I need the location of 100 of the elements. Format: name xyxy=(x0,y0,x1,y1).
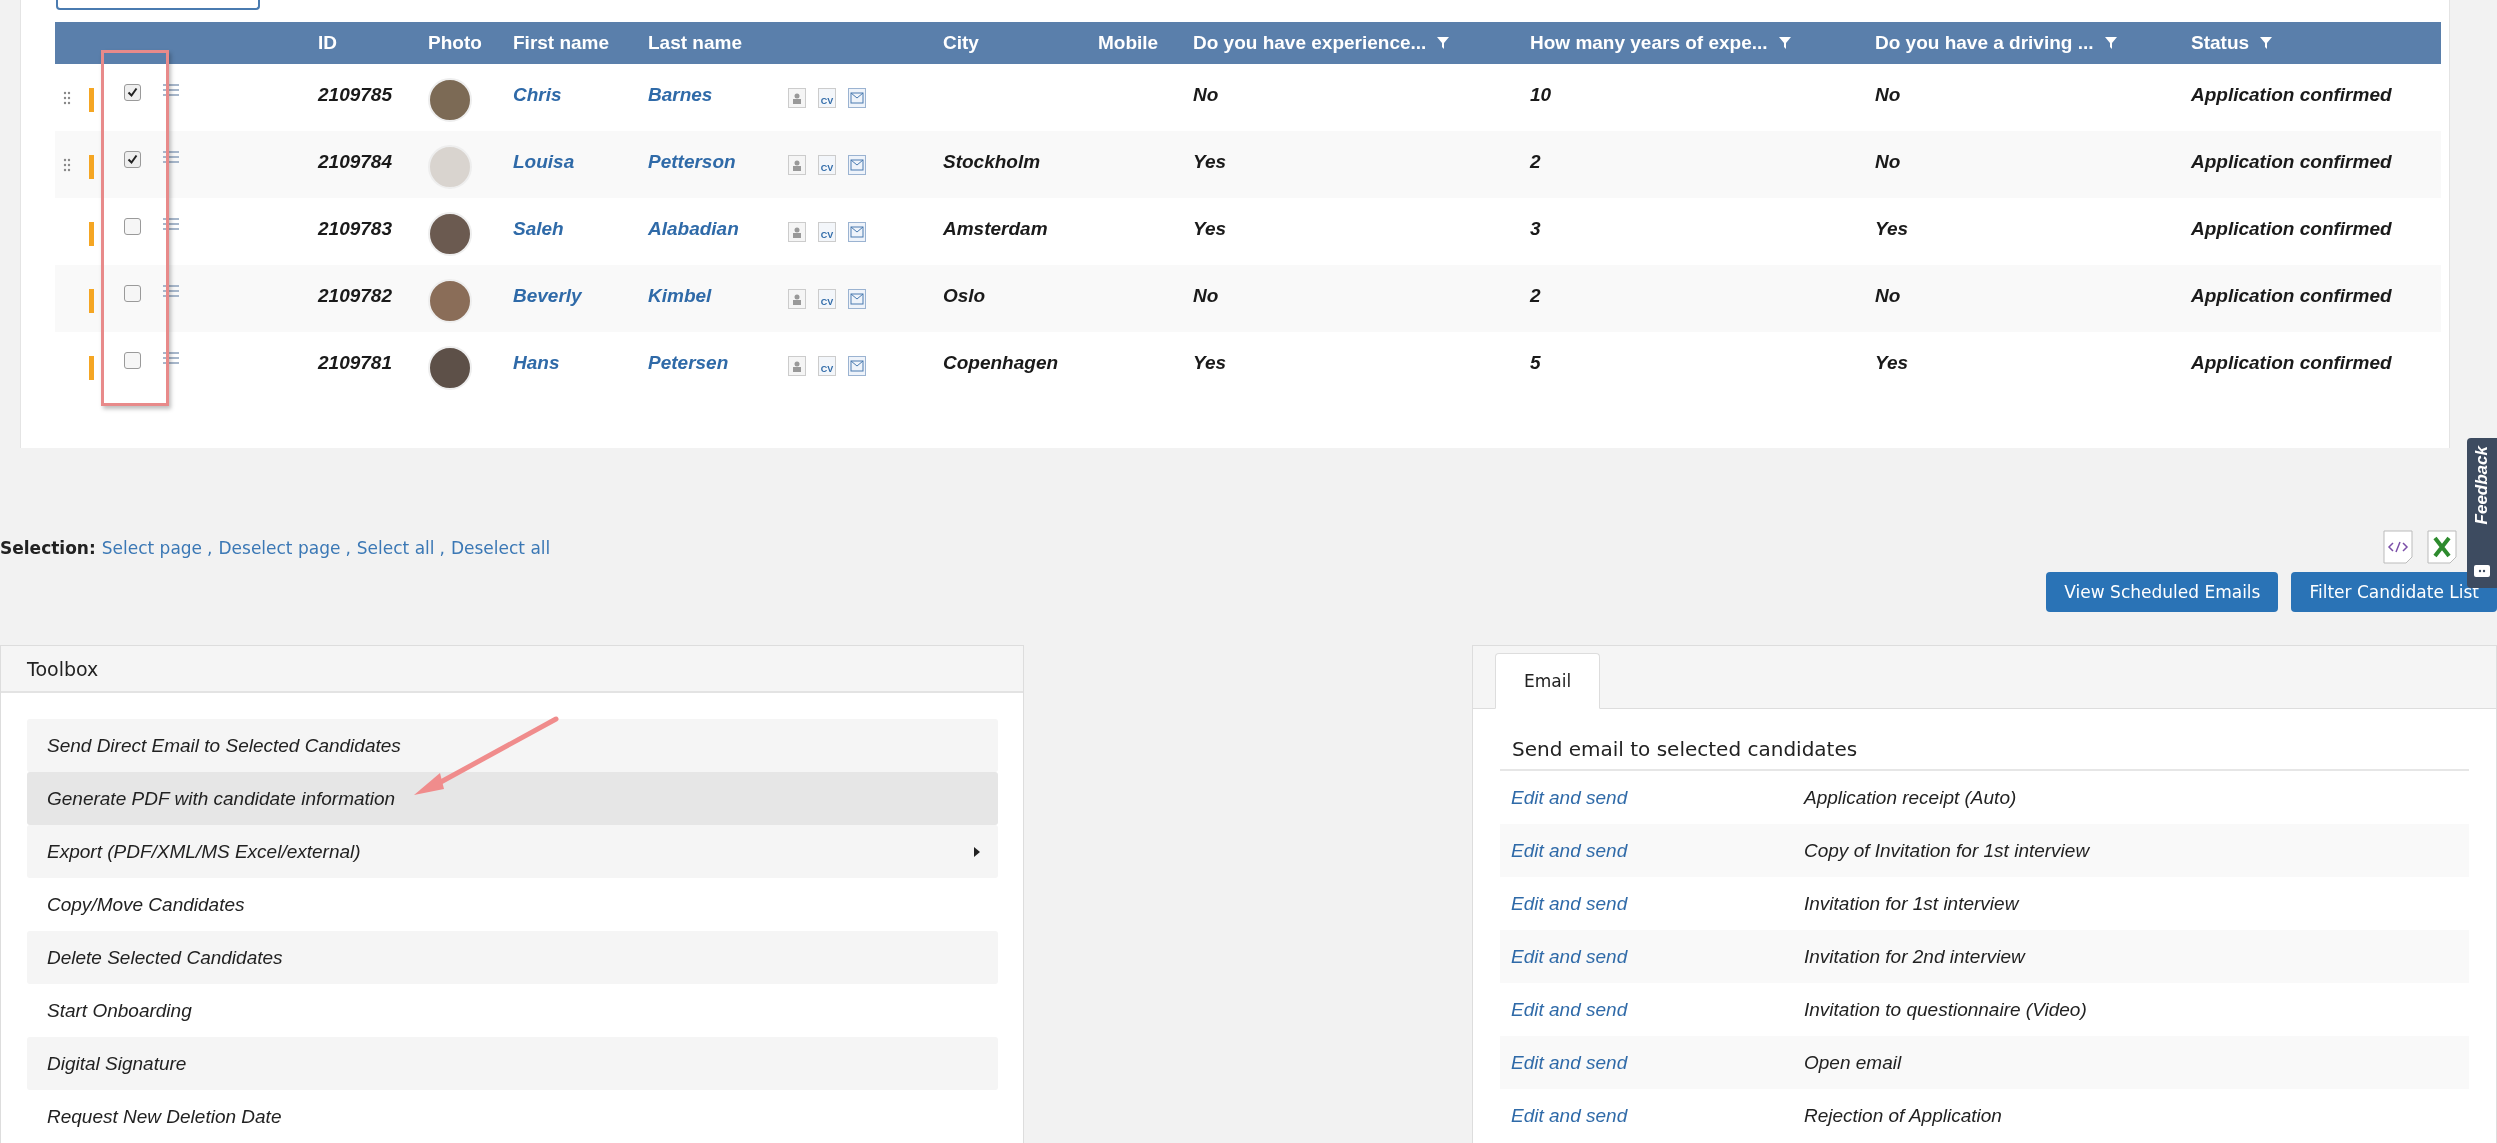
toolbox-item[interactable]: Generate PDF with candidate information xyxy=(27,772,998,825)
person-document-icon[interactable] xyxy=(788,155,806,175)
first-name-link[interactable]: Saleh xyxy=(505,218,640,240)
document-icon[interactable] xyxy=(848,155,866,175)
experience-cell-text: Yes xyxy=(1192,218,1228,240)
edit-and-send-link[interactable]: Edit and send xyxy=(1511,1104,1628,1127)
top-button[interactable] xyxy=(56,0,260,10)
column-header[interactable]: Do you have experience... xyxy=(1185,32,1522,54)
person-document-icon[interactable] xyxy=(788,289,806,309)
drag-handle-icon[interactable] xyxy=(63,91,71,107)
selection-link[interactable]: Deselect page xyxy=(218,538,341,558)
email-template-name: Rejection of Application xyxy=(1804,1104,2002,1127)
column-header[interactable]: Do you have a driving ... xyxy=(1867,32,2183,54)
status-cell-text: Application confirmed xyxy=(2190,352,2393,374)
row-checkbox[interactable] xyxy=(124,218,141,235)
avatar-placeholder xyxy=(428,145,472,189)
document-icon[interactable] xyxy=(848,289,866,309)
email-tab[interactable]: Email xyxy=(1495,653,1601,709)
status-cell-text: Application confirmed xyxy=(2190,285,2393,307)
action-button[interactable]: Filter Candidate List xyxy=(2291,572,2497,612)
years-cell-text: 3 xyxy=(1529,218,1542,240)
column-header[interactable]: How many years of expe... xyxy=(1522,32,1867,54)
cv-icon[interactable]: CV xyxy=(818,222,836,242)
status-bar-marker xyxy=(89,155,94,179)
email-template-name: Application receipt (Auto) xyxy=(1804,786,2017,809)
column-header[interactable]: Mobile xyxy=(1090,32,1185,54)
city-cell-text: Copenhagen xyxy=(942,352,1060,374)
avatar-placeholder xyxy=(428,279,472,323)
cv-icon[interactable]: CV xyxy=(818,356,836,376)
column-header[interactable]: Status xyxy=(2183,32,2441,54)
edit-and-send-link[interactable]: Edit and send xyxy=(1511,945,1628,968)
id-cell-text: 2109785 xyxy=(316,84,394,106)
experience-cell-text: No xyxy=(1192,285,1220,307)
row-checkbox[interactable] xyxy=(124,151,141,168)
row-checkbox[interactable] xyxy=(124,285,141,302)
row-checkbox[interactable] xyxy=(124,84,141,101)
toolbox-item[interactable]: Send Direct Email to Selected Candidates xyxy=(27,719,998,772)
menu-icon[interactable] xyxy=(163,285,179,297)
driving-license-cell-text: No xyxy=(1874,151,1902,173)
column-header[interactable]: ID xyxy=(310,32,420,54)
id-cell-text: 2109782 xyxy=(316,285,393,307)
column-header[interactable]: Last name xyxy=(640,32,780,54)
selection-label: Selection: xyxy=(0,538,96,558)
selection-link[interactable]: Select all xyxy=(356,538,435,558)
city-cell-text: Oslo xyxy=(942,285,987,307)
filter-icon[interactable] xyxy=(2259,36,2274,50)
driving-license-cell-text: No xyxy=(1874,84,1902,106)
first-name-link[interactable]: Beverly xyxy=(505,285,640,307)
filter-icon[interactable] xyxy=(1436,36,1451,50)
last-name-link[interactable]: Alabadian xyxy=(640,218,780,240)
edit-and-send-link[interactable]: Edit and send xyxy=(1511,1051,1628,1074)
filter-icon[interactable] xyxy=(2103,36,2118,50)
person-document-icon[interactable] xyxy=(788,88,806,108)
checkmark-icon xyxy=(127,87,138,98)
city-cell-text: Amsterdam xyxy=(942,218,1049,240)
document-icon[interactable] xyxy=(848,356,866,376)
toolbox-item[interactable]: Delete Selected Candidates xyxy=(27,931,998,984)
city-cell-text: Stockholm xyxy=(942,151,1042,173)
person-document-icon[interactable] xyxy=(788,356,806,376)
column-header[interactable]: City xyxy=(935,32,1090,54)
last-name-link[interactable]: Kimbel xyxy=(640,285,780,307)
filter-icon[interactable] xyxy=(1777,36,1792,50)
column-header[interactable]: First name xyxy=(505,32,640,54)
row-checkbox[interactable] xyxy=(124,352,141,369)
email-template-name: Copy of Invitation for 1st interview xyxy=(1804,839,2090,862)
cv-icon[interactable]: CV xyxy=(818,88,836,108)
edit-and-send-link[interactable]: Edit and send xyxy=(1511,839,1628,862)
drag-handle-icon[interactable] xyxy=(63,158,71,174)
person-document-icon[interactable] xyxy=(788,222,806,242)
document-icon[interactable] xyxy=(848,88,866,108)
column-header[interactable]: Photo xyxy=(420,32,505,54)
toolbox-item[interactable]: Digital Signature xyxy=(27,1037,998,1090)
experience-cell-text: Yes xyxy=(1192,151,1228,173)
edit-and-send-link[interactable]: Edit and send xyxy=(1511,998,1628,1021)
menu-icon[interactable] xyxy=(163,352,179,364)
cv-icon[interactable]: CV xyxy=(818,155,836,175)
first-name-link[interactable]: Hans xyxy=(505,352,640,374)
action-button[interactable]: View Scheduled Emails xyxy=(2046,572,2279,612)
code-file-icon[interactable] xyxy=(2383,530,2413,564)
edit-and-send-link[interactable]: Edit and send xyxy=(1511,786,1628,809)
first-name-link[interactable]: Chris xyxy=(505,84,640,106)
spreadsheet-file-icon[interactable] xyxy=(2427,530,2457,564)
last-name-link[interactable]: Petterson xyxy=(640,151,780,173)
last-name-link[interactable]: Barnes xyxy=(640,84,780,106)
menu-icon[interactable] xyxy=(163,84,179,96)
experience-cell-text: No xyxy=(1192,84,1220,106)
cv-icon[interactable]: CV xyxy=(818,289,836,309)
email-template-name: Invitation for 2nd interview xyxy=(1804,945,2025,968)
last-name-link[interactable]: Petersen xyxy=(640,352,780,374)
menu-icon[interactable] xyxy=(163,218,179,230)
feedback-tab[interactable]: Feedback xyxy=(2467,438,2497,588)
id-cell-text: 2109784 xyxy=(316,151,393,173)
selection-link[interactable]: Select page xyxy=(101,538,203,558)
toolbox-item[interactable]: Export (PDF/XML/MS Excel/external) xyxy=(27,825,998,878)
menu-icon[interactable] xyxy=(163,151,179,163)
selection-link[interactable]: Deselect all xyxy=(450,538,551,558)
years-cell-text: 2 xyxy=(1528,285,1542,307)
edit-and-send-link[interactable]: Edit and send xyxy=(1511,892,1628,915)
document-icon[interactable] xyxy=(848,222,866,242)
first-name-link[interactable]: Louisa xyxy=(505,151,640,173)
